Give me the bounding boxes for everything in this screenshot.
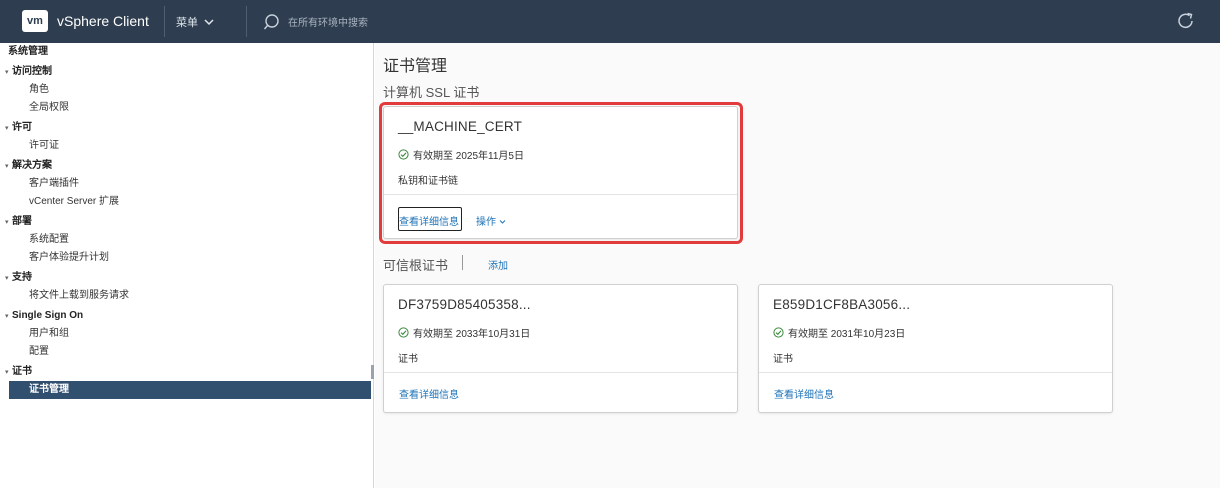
sidebar-group-access-control[interactable]: ▾ 访问控制 — [0, 63, 372, 81]
sidebar-group-support[interactable]: ▾ 支持 — [0, 269, 372, 287]
machine-ssl-section-title: 计算机 SSL 证书 — [383, 85, 480, 100]
trusted-cert-card: E859D1CF8BA3056... 有效期至 2031年10月23日 证书 查… — [758, 284, 1113, 413]
sidebar-group-certificates[interactable]: ▾ 证书 — [0, 363, 372, 381]
add-certificate-link[interactable]: 添加 — [488, 257, 508, 272]
caret-down-icon: ▾ — [5, 219, 9, 226]
sidebar-nav: 系统管理 ▾ 访问控制 角色 全局权限 ▾ 许可 许可证 ▾ 解决方案 客户端插件 v… — [0, 43, 374, 488]
trusted-cert-card: DF3759D85405358... 有效期至 2033年10月31日 证书 查… — [383, 284, 738, 413]
search-input[interactable]: 在所有环境中搜索 — [288, 14, 368, 29]
caret-down-icon: ▾ — [5, 369, 9, 376]
header-divider — [164, 6, 165, 37]
sidebar-item-vcenter-extensions[interactable]: vCenter Server 扩展 — [0, 193, 372, 211]
check-circle-icon — [398, 327, 409, 338]
sidebar-item-certificate-management[interactable]: 证书管理 — [9, 381, 371, 399]
sidebar-item-users-groups[interactable]: 用户和组 — [0, 325, 372, 343]
caret-down-icon: ▾ — [5, 163, 9, 170]
sidebar-item-roles[interactable]: 角色 — [0, 81, 372, 99]
view-details-link[interactable]: 查看详细信息 — [774, 386, 834, 401]
sidebar-group-solutions[interactable]: ▾ 解决方案 — [0, 157, 372, 175]
sidebar-item-global-permissions[interactable]: 全局权限 — [0, 99, 372, 117]
view-details-link[interactable]: 查看详细信息 — [399, 386, 459, 401]
card-title: E859D1CF8BA3056... — [773, 297, 911, 312]
sidebar-item-system-config[interactable]: 系统配置 — [0, 231, 372, 249]
card-description: 证书 — [398, 354, 418, 365]
check-circle-icon — [773, 327, 784, 338]
validity-status: 有效期至 2031年10月23日 — [773, 325, 905, 340]
refresh-icon[interactable] — [1176, 11, 1196, 31]
highlight-annotation — [379, 102, 743, 244]
header-divider — [246, 6, 247, 37]
menu-dropdown-button[interactable]: 菜单 — [176, 12, 214, 31]
caret-down-icon: ▾ — [5, 313, 9, 320]
validity-text: 有效期至 2033年10月31日 — [413, 329, 531, 340]
section-divider — [462, 255, 463, 270]
vmware-logo[interactable]: vm — [22, 10, 48, 32]
sidebar-item-client-plugins[interactable]: 客户端插件 — [0, 175, 372, 193]
validity-status: 有效期至 2033年10月31日 — [398, 325, 530, 340]
sidebar-item-ceip[interactable]: 客户体验提升计划 — [0, 249, 372, 267]
sidebar-item-upload-file[interactable]: 将文件上载到服务请求 — [0, 287, 372, 305]
caret-down-icon: ▾ — [5, 275, 9, 282]
card-title: DF3759D85405358... — [398, 297, 531, 312]
sidebar-item-sso-config[interactable]: 配置 — [0, 343, 372, 361]
card-description: 证书 — [773, 354, 793, 365]
menu-label: 菜单 — [176, 16, 198, 29]
trusted-root-section-title: 可信根证书 — [383, 258, 449, 273]
main-content: 证书管理 计算机 SSL 证书 __MACHINE_CERT 有效期至 2025… — [375, 43, 1220, 488]
sidebar-group-deployment[interactable]: ▾ 部署 — [0, 213, 372, 231]
validity-text: 有效期至 2031年10月23日 — [788, 329, 906, 340]
global-search[interactable]: 在所有环境中搜索 — [264, 12, 368, 31]
sidebar-root[interactable]: 系统管理 — [0, 43, 372, 61]
caret-down-icon: ▾ — [5, 69, 9, 76]
page-title: 证书管理 — [383, 58, 448, 75]
card-divider — [759, 372, 1112, 373]
card-divider — [384, 372, 737, 373]
sidebar-group-licensing[interactable]: ▾ 许可 — [0, 119, 372, 137]
pane-splitter-handle[interactable] — [371, 365, 374, 379]
sidebar-item-licenses[interactable]: 许可证 — [0, 137, 372, 155]
sidebar-group-sso[interactable]: ▾ Single Sign On — [0, 307, 372, 325]
caret-down-icon: ▾ — [5, 125, 9, 132]
top-header: vm vSphere Client 菜单 在所有环境中搜索 — [0, 0, 1220, 43]
search-icon — [264, 13, 279, 29]
app-title[interactable]: vSphere Client — [57, 13, 149, 29]
chevron-down-icon — [204, 18, 214, 25]
